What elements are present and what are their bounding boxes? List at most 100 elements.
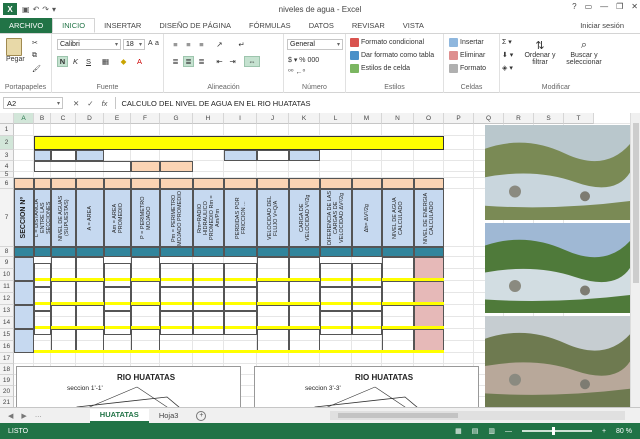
ribbon-display-icon[interactable]: ▭ (585, 2, 593, 11)
decimal-buttons[interactable]: ⁰⁰ ←⁰ (288, 68, 305, 76)
italic-button[interactable]: K (70, 56, 81, 67)
perimetro-promedio-cell[interactable] (160, 263, 193, 287)
horizontal-scrollbar[interactable] (330, 411, 625, 420)
area-promedio-cell[interactable] (104, 311, 131, 335)
row-header[interactable]: 15 (0, 329, 14, 341)
find-select-button[interactable]: ⌕ Buscar y seleccionar (560, 39, 608, 66)
row-header[interactable]: 7 (0, 189, 14, 247)
row-header[interactable]: 20 (0, 386, 14, 397)
minimize-icon[interactable]: — (600, 2, 608, 11)
column-header[interactable]: D (76, 113, 104, 124)
row-header[interactable]: 3 (0, 150, 14, 161)
align-top-icon[interactable]: ≡ (170, 39, 181, 50)
format-painter-icon[interactable]: 🖌 (32, 65, 41, 73)
name-box[interactable]: A2 (3, 97, 63, 109)
tab-archivo[interactable]: ARCHIVO (0, 18, 53, 33)
close-icon[interactable]: ✕ (631, 2, 638, 11)
page-layout-icon[interactable]: ▤ (472, 427, 479, 435)
merge-center-icon[interactable]: ⇔ (244, 56, 260, 67)
select-all-corner[interactable] (0, 113, 14, 124)
section-cell[interactable] (14, 305, 34, 329)
grow-font-icon[interactable]: A (148, 40, 153, 47)
wrap-text-icon[interactable]: ↵ (236, 39, 247, 50)
section-cell[interactable] (14, 257, 34, 281)
align-center-icon[interactable]: ≣ (183, 56, 194, 67)
section-cell[interactable] (14, 281, 34, 305)
row-header[interactable]: 16 (0, 341, 14, 353)
sheet-tab-hoja3[interactable]: Hoja3 (149, 409, 189, 423)
zoom-level[interactable]: 80 % (616, 428, 632, 435)
tab-insertar[interactable]: INSERTAR (95, 18, 150, 33)
cell-styles-button[interactable]: Estilos de celda (350, 64, 410, 73)
insert-cells-button[interactable]: Insertar (449, 38, 484, 47)
delta-h-cell[interactable] (352, 263, 382, 287)
column-header[interactable]: N (382, 113, 414, 124)
row-header[interactable]: 12 (0, 293, 14, 305)
column-header[interactable]: Q (474, 113, 504, 124)
column-header[interactable]: M (352, 113, 382, 124)
column-header[interactable]: P (444, 113, 474, 124)
row-header[interactable]: 10 (0, 269, 14, 281)
perdidas-friccion-cell[interactable] (224, 287, 257, 311)
perdidas-friccion-cell[interactable] (224, 263, 257, 287)
tab-revisar[interactable]: REVISAR (343, 18, 394, 33)
distance-cell[interactable] (34, 311, 51, 335)
align-right-icon[interactable]: ≣ (196, 56, 207, 67)
radio-hidraulico-cell[interactable] (193, 263, 224, 287)
delta-h-cell[interactable] (352, 287, 382, 311)
diferencia-carga-cell[interactable] (320, 287, 352, 311)
page-break-icon[interactable]: ▥ (488, 427, 495, 435)
column-header[interactable]: E (104, 113, 131, 124)
copy-icon[interactable]: ⧉ (32, 52, 37, 60)
bold-button[interactable]: N (57, 56, 68, 67)
row-header[interactable]: 9 (0, 257, 14, 269)
column-header[interactable]: A (14, 113, 34, 124)
format-cells-button[interactable]: Formato (449, 64, 486, 73)
sort-filter-button[interactable]: ⇅ Ordenar y filtrar (522, 39, 558, 66)
area-promedio-cell[interactable] (104, 287, 131, 311)
tab-diseno-pagina[interactable]: DISEÑO DE PÁGINA (150, 18, 240, 33)
align-bottom-icon[interactable]: ≡ (196, 39, 207, 50)
accounting-format-button[interactable]: $ ▾ % 000 (288, 56, 319, 64)
paste-button[interactable]: Pegar (6, 38, 25, 63)
save-icon[interactable]: ▣ (22, 5, 30, 14)
column-header[interactable]: J (257, 113, 289, 124)
help-button[interactable]: ? (572, 2, 576, 11)
scroll-thumb[interactable] (633, 123, 639, 283)
row-header[interactable]: 17 (0, 353, 14, 364)
clear-icon[interactable]: ◈ ▾ (502, 64, 513, 72)
row-header[interactable]: 11 (0, 281, 14, 293)
column-header[interactable]: K (289, 113, 320, 124)
zoom-slider[interactable] (521, 427, 592, 435)
font-color-icon[interactable]: A (134, 56, 145, 67)
perimetro-promedio-cell[interactable] (160, 311, 193, 335)
redo-icon[interactable]: ↷ (42, 5, 49, 14)
column-header[interactable]: I (224, 113, 257, 124)
number-format-combo[interactable]: General (287, 39, 343, 50)
vertical-scrollbar[interactable] (630, 113, 640, 407)
column-header[interactable]: L (320, 113, 352, 124)
row-header[interactable]: 19 (0, 375, 14, 386)
column-header[interactable]: R (504, 113, 534, 124)
ks-value[interactable] (257, 150, 289, 161)
font-size-combo[interactable]: 18 (123, 39, 145, 50)
underline-button[interactable]: S (83, 56, 94, 67)
delete-cells-button[interactable]: Eliminar (449, 51, 485, 60)
sheet-tab-huatatas[interactable]: HUATATAS (89, 408, 149, 423)
cancel-icon[interactable]: ✕ (73, 99, 79, 108)
column-header[interactable]: B (34, 113, 51, 124)
row-header[interactable]: 1 (0, 124, 14, 136)
row-header[interactable]: 2 (0, 136, 14, 150)
format-as-table-button[interactable]: Dar formato como tabla (350, 51, 434, 60)
insert-function-icon[interactable]: fx (102, 99, 108, 108)
perdidas-friccion-cell[interactable] (224, 311, 257, 335)
sheet-title[interactable] (34, 136, 444, 150)
row-header[interactable]: 8 (0, 247, 14, 257)
normal-view-icon[interactable]: ▦ (455, 427, 462, 435)
radio-hidraulico-cell[interactable] (193, 311, 224, 335)
outdent-icon[interactable]: ⇥ (227, 56, 238, 67)
column-header[interactable]: F (131, 113, 160, 124)
zoom-out-icon[interactable]: — (505, 428, 512, 435)
distance-cell[interactable] (34, 263, 51, 287)
tab-inicio[interactable]: INICIO (52, 18, 96, 33)
